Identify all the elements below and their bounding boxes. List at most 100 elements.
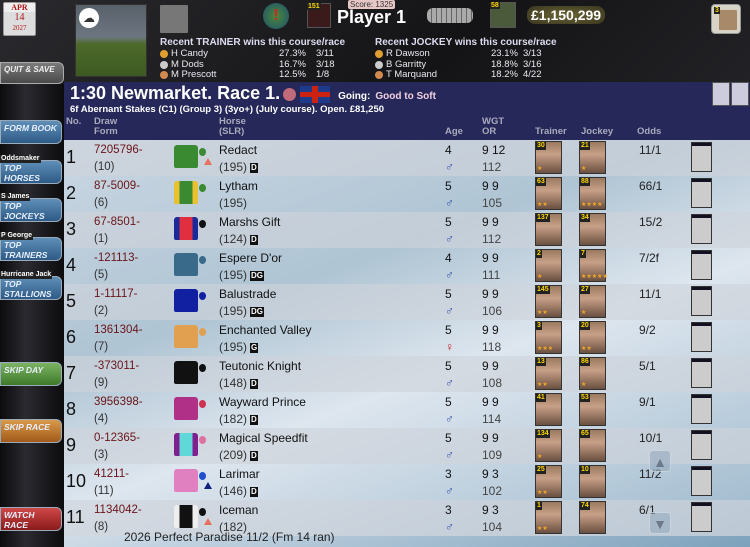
racecard-print-icon[interactable] bbox=[712, 82, 730, 106]
runner-row[interactable]: 6 1361304- (7) Enchanted Valley (195) G 5… bbox=[64, 320, 750, 356]
scroll-down-button[interactable]: ▼ bbox=[649, 512, 671, 534]
jockey-photo[interactable]: 53 bbox=[579, 393, 606, 426]
left-nav bbox=[0, 84, 64, 547]
trainer-photo[interactable]: 2 ★ bbox=[535, 249, 562, 282]
jockey-photo[interactable]: 86 ★ bbox=[579, 357, 606, 390]
runner-draw: (2) bbox=[94, 305, 109, 317]
runner-row[interactable]: 3 67-8501- (1) Marshs Gift (124) D 5 ♂ 9 … bbox=[64, 212, 750, 248]
form-card-icon[interactable] bbox=[691, 178, 712, 208]
runner-draw: (7) bbox=[94, 341, 109, 353]
horse-name[interactable]: Balustrade bbox=[219, 286, 276, 303]
runner-row[interactable]: 4 -121113- (5) Espere D'or (195) DG 4 ♂ 9… bbox=[64, 248, 750, 284]
racecard-print-icon[interactable] bbox=[731, 82, 749, 106]
quit-save-button[interactable]: QUIT & SAVE bbox=[0, 62, 64, 84]
last-year-winner: 2026 Perfect Paradise 11/2 (Fm 14 ran) bbox=[124, 530, 335, 544]
jockey-photo[interactable]: 21 ★ bbox=[579, 141, 606, 174]
horse-name[interactable]: Wayward Prince bbox=[219, 394, 306, 411]
runner-form: 1-11117- bbox=[94, 288, 138, 300]
top-stallions-button[interactable]: TOP STALLIONS bbox=[0, 276, 62, 300]
trainer-photo[interactable]: 63 ★★ bbox=[535, 177, 562, 210]
horse-weight: 9 9 bbox=[482, 395, 499, 409]
runner-row[interactable]: 8 3956398- (4) Wayward Prince (182) D 5 ♂… bbox=[64, 392, 750, 428]
horse-name[interactable]: Marshs Gift bbox=[219, 214, 280, 231]
racecard-mini-icon[interactable] bbox=[158, 3, 190, 35]
form-book-button[interactable]: FORM BOOK bbox=[0, 120, 62, 144]
jockey-silks-icon bbox=[174, 325, 198, 348]
col-odds[interactable]: Odds bbox=[637, 127, 661, 137]
horse-name[interactable]: Larimar bbox=[219, 466, 260, 483]
jockey-photo[interactable]: 27 ★ bbox=[579, 285, 606, 318]
scroll-up-button[interactable]: ▲ bbox=[649, 450, 671, 472]
runner-row[interactable]: 2 87-5009- (6) Lytham (195) 5 ♂ 9 9 105 … bbox=[64, 176, 750, 212]
jockey-photo[interactable]: 10 bbox=[579, 465, 606, 498]
form-card-icon[interactable] bbox=[691, 358, 712, 388]
horse-age: 5 bbox=[445, 287, 452, 301]
skip-day-button[interactable]: SKIP DAY bbox=[0, 362, 62, 386]
runner-row[interactable]: 7 -373011- (9) Teutonic Knight (148) D 5 … bbox=[64, 356, 750, 392]
col-wgt-or: WGT OR bbox=[482, 116, 505, 137]
horse-name[interactable]: Iceman bbox=[219, 502, 258, 519]
globe-alert-icon[interactable]: ! bbox=[263, 3, 289, 29]
form-card-icon[interactable] bbox=[691, 394, 712, 424]
runner-row[interactable]: 9 0-12365- (3) Magical Speedfit (209) D 5… bbox=[64, 428, 750, 464]
trainer-photo[interactable]: 1 ★★ bbox=[535, 501, 562, 534]
form-card-icon[interactable] bbox=[691, 250, 712, 280]
date-calendar[interactable]: APR 14 2027 bbox=[3, 2, 36, 36]
skip-race-button[interactable]: SKIP RACE bbox=[0, 419, 62, 443]
money-balance: £1,150,299 bbox=[527, 6, 606, 24]
jockey-photo[interactable]: 20 ★★ bbox=[579, 321, 606, 354]
runner-row[interactable]: 1 7205796- (10) Redact (195) D 4 ♂ 9 12 1… bbox=[64, 140, 750, 176]
horse-name[interactable]: Espere D'or bbox=[219, 250, 282, 267]
date-month: APR bbox=[4, 3, 35, 12]
group-race-medal-icon bbox=[283, 87, 297, 101]
horse-name[interactable]: Magical Speedfit bbox=[219, 430, 308, 447]
recent-trainer-row: H Candy 27.3% 3/11 bbox=[160, 48, 345, 60]
form-card-icon[interactable] bbox=[691, 430, 712, 460]
jockey-photo[interactable]: 7 ★★★★★ bbox=[579, 249, 608, 282]
course-thumbnail[interactable]: ☁ bbox=[75, 4, 147, 77]
top-jockeys-button[interactable]: TOP JOCKEYS bbox=[0, 198, 62, 222]
trainer-photo[interactable]: 13 ★★ bbox=[535, 357, 562, 390]
trainer-photo[interactable]: 30 ★ bbox=[535, 141, 562, 174]
jockey-photo[interactable]: 88 ★★★★ bbox=[579, 177, 606, 210]
col-trainer[interactable]: Trainer bbox=[535, 127, 567, 137]
jockey-photo[interactable]: 65 bbox=[579, 429, 606, 462]
horse-name[interactable]: Teutonic Knight bbox=[219, 358, 301, 375]
racecard: 1:30 Newmarket. Race 1. Going: Good to So… bbox=[64, 82, 750, 547]
trainer-photo[interactable]: 3 ★★★ bbox=[535, 321, 562, 354]
silks-cap-icon bbox=[199, 184, 206, 192]
jockey-photo[interactable]: 34 bbox=[579, 213, 606, 246]
form-card-icon[interactable] bbox=[691, 466, 712, 496]
horse-age: 5 bbox=[445, 395, 452, 409]
horse-name[interactable]: Lytham bbox=[219, 178, 258, 195]
trainer-photo[interactable]: 137 bbox=[535, 213, 562, 246]
watch-race-button[interactable]: WATCH RACE bbox=[0, 507, 62, 531]
runner-form: 1361304- bbox=[94, 324, 143, 336]
horse-age: 4 bbox=[445, 143, 452, 157]
horse-weight: 9 3 bbox=[482, 467, 499, 481]
top-horses-button[interactable]: TOP HORSES bbox=[0, 160, 62, 184]
horse-or: 118 bbox=[482, 340, 502, 354]
runner-row[interactable]: 5 1-11117- (2) Balustrade (195) DG 5 ♂ 9 … bbox=[64, 284, 750, 320]
silks-cap-icon bbox=[199, 292, 206, 300]
trainer-photo[interactable]: 145 ★★ bbox=[535, 285, 562, 318]
jockey-silks-icon bbox=[174, 145, 198, 168]
top-trainers-tag: P George bbox=[0, 232, 33, 240]
form-card-icon[interactable] bbox=[691, 142, 712, 172]
form-card-icon[interactable] bbox=[691, 214, 712, 244]
jockey-photo[interactable]: 74 bbox=[579, 501, 606, 534]
form-card-icon[interactable] bbox=[691, 286, 712, 316]
trainer-photo[interactable]: 134 ★ bbox=[535, 429, 562, 462]
book-count: 3 bbox=[714, 7, 720, 14]
runner-row[interactable]: 10 41211- (11) Larimar (146) D 3 ♂ 9 3 10… bbox=[64, 464, 750, 500]
form-card-icon[interactable] bbox=[691, 502, 712, 532]
horse-name[interactable]: Enchanted Valley bbox=[219, 322, 312, 339]
col-jockey[interactable]: Jockey bbox=[581, 127, 613, 137]
form-card-icon[interactable] bbox=[691, 322, 712, 352]
runner-odds: 5/1 bbox=[639, 359, 656, 373]
cd-badge: D bbox=[250, 234, 258, 245]
top-trainers-button[interactable]: TOP TRAINERS bbox=[0, 237, 62, 261]
horse-name[interactable]: Redact bbox=[219, 142, 257, 159]
trainer-photo[interactable]: 41 bbox=[535, 393, 562, 426]
trainer-photo[interactable]: 25 ★★ bbox=[535, 465, 562, 498]
